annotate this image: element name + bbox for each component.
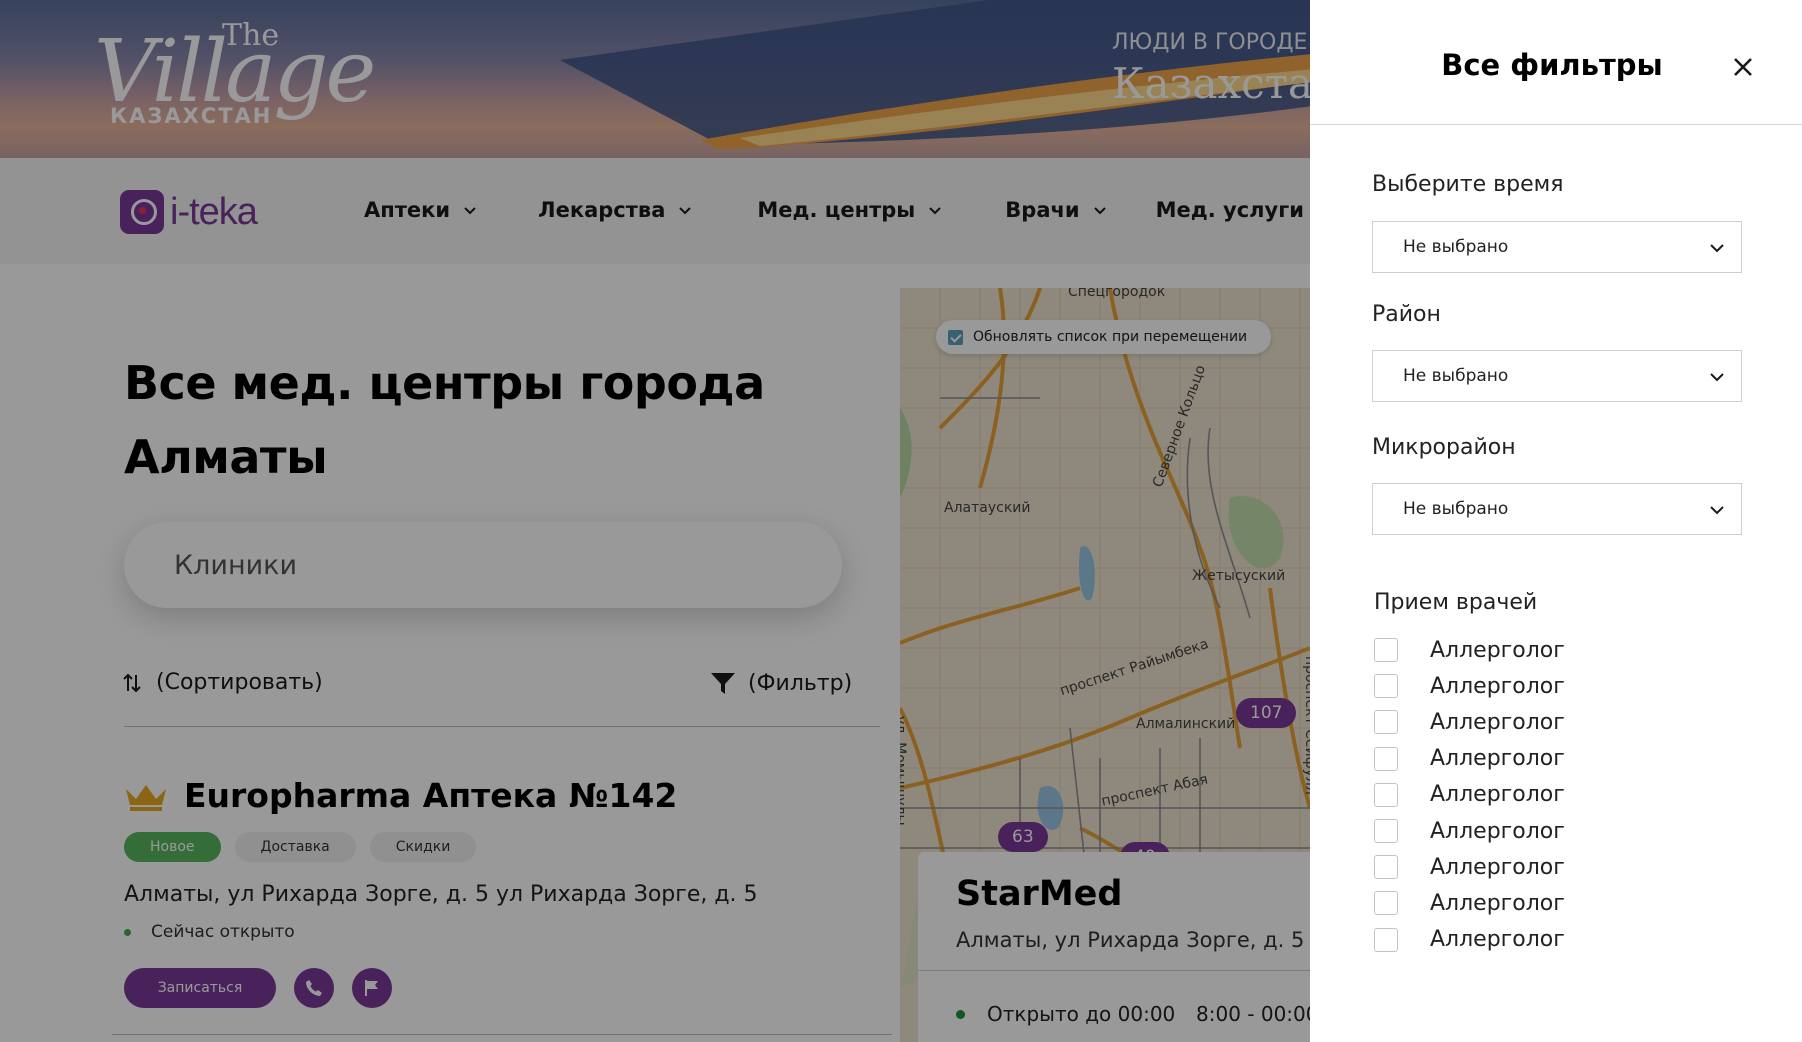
doctor-label: Аллерголог [1430,709,1565,735]
doctor-checkbox-row[interactable]: Аллерголог [1374,885,1565,921]
doctor-label: Аллерголог [1430,890,1565,916]
checkbox[interactable] [1374,782,1398,807]
doctor-label: Аллерголог [1430,854,1565,880]
time-select[interactable]: Не выбрано [1372,221,1742,273]
doctor-label: Аллерголог [1430,637,1565,663]
close-icon[interactable] [1728,52,1758,82]
doctor-checkbox-row[interactable]: Аллерголог [1374,741,1565,777]
doctor-label: Аллерголог [1430,782,1565,808]
doctors-checkbox-list: Аллерголог Аллерголог Аллерголог Аллерго… [1374,632,1565,958]
chevron-down-icon [1710,244,1724,253]
doctor-checkbox-row[interactable]: Аллерголог [1374,813,1565,849]
filters-panel: Все фильтры Выберите время Не выбрано Ра… [1310,0,1802,1042]
modal-backdrop[interactable] [0,0,1310,1042]
checkbox[interactable] [1374,746,1398,771]
microdistrict-select[interactable]: Не выбрано [1372,483,1742,535]
doctor-checkbox-row[interactable]: Аллерголог [1374,922,1565,958]
doctor-checkbox-row[interactable]: Аллерголог [1374,632,1565,668]
district-select[interactable]: Не выбрано [1372,350,1742,402]
checkbox[interactable] [1374,819,1398,844]
time-label: Выберите время [1372,172,1564,197]
doctor-label: Аллерголог [1430,927,1565,953]
doctor-label: Аллерголог [1430,818,1565,844]
chevron-down-icon [1710,506,1724,515]
doctor-checkbox-row[interactable]: Аллерголог [1374,849,1565,885]
doctor-checkbox-row[interactable]: Аллерголог [1374,777,1565,813]
time-select-value: Не выбрано [1403,237,1509,257]
checkbox[interactable] [1374,891,1398,916]
chevron-down-icon [1710,373,1724,382]
checkbox[interactable] [1374,674,1398,699]
doctor-checkbox-row[interactable]: Аллерголог [1374,668,1565,704]
microdistrict-label: Микрорайон [1372,435,1516,460]
checkbox[interactable] [1374,855,1398,880]
checkbox[interactable] [1374,927,1398,952]
doctors-label: Прием врачей [1374,590,1538,615]
divider [1310,124,1802,125]
doctor-label: Аллерголог [1430,673,1565,699]
district-select-value: Не выбрано [1403,366,1509,386]
microdistrict-select-value: Не выбрано [1403,499,1509,519]
checkbox[interactable] [1374,638,1398,663]
doctor-label: Аллерголог [1430,746,1565,772]
checkbox[interactable] [1374,710,1398,735]
doctor-checkbox-row[interactable]: Аллерголог [1374,704,1565,740]
district-label: Район [1372,302,1441,327]
